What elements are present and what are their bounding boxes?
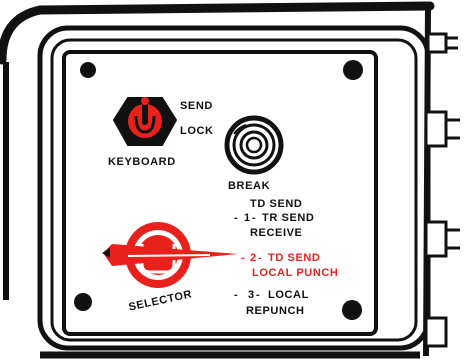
break-button[interactable]: BREAK [224,115,284,192]
control-panel-diagram: SEND LOCK KEYBOARD BREAK SELECTOR TD SEN… [0,1,460,359]
keyboard-switch[interactable]: SEND LOCK KEYBOARD [108,97,214,168]
corner-screws [74,60,363,320]
position-1-separator: - [252,212,256,224]
position-1-line1: TR SEND [262,212,314,224]
keyboard-send-label: SEND [180,100,213,112]
screw-head-icon [343,60,363,80]
selector-position-1: - 1 - TR SEND RECEIVE [234,212,314,239]
cabinet-outline [0,1,435,359]
side-latch-icon [424,316,448,348]
rotary-switch-icon [112,97,178,146]
side-latch-icon [424,110,460,148]
position-1-marker: - [234,212,238,224]
keyboard-name-label: KEYBOARD [108,156,176,168]
position-3-number: 3 [248,289,255,301]
position-2-line1: TD SEND [268,252,320,264]
selector-position-2: - 2 - TD SEND LOCAL PUNCH [241,252,338,279]
position-3-line2: REPUNCH [246,305,305,317]
position-2-separator: - [258,252,262,264]
selector-position-3: - 3 - LOCAL REPUNCH [234,289,309,317]
position-2-marker: - [241,252,245,264]
position-1-line2: RECEIVE [250,227,303,239]
side-latch-icon [426,32,458,54]
screw-head-icon [342,300,362,320]
position-3-line1: LOCAL [268,289,309,301]
selector-positions: TD SEND - 1 - TR SEND RECEIVE - 2 - TD S… [234,198,338,317]
side-latch-icon [424,220,460,258]
screw-head-icon [74,293,92,311]
screw-head-icon [80,62,96,78]
push-button-icon [224,115,284,175]
keyboard-lock-label: LOCK [180,125,214,137]
side-latches [424,32,460,348]
break-label: BREAK [228,180,270,192]
rotary-selector-knob-icon [102,222,238,288]
selector-switch[interactable]: SELECTOR [102,222,238,314]
selector-header-line: TD SEND [250,198,302,210]
position-2-line2: LOCAL PUNCH [252,267,338,279]
position-2-number: 2 [250,252,257,264]
position-3-separator: - [256,289,260,301]
selector-name-label: SELECTOR [128,288,194,313]
position-3-marker: - [234,289,238,301]
position-1-number: 1 [244,212,251,224]
